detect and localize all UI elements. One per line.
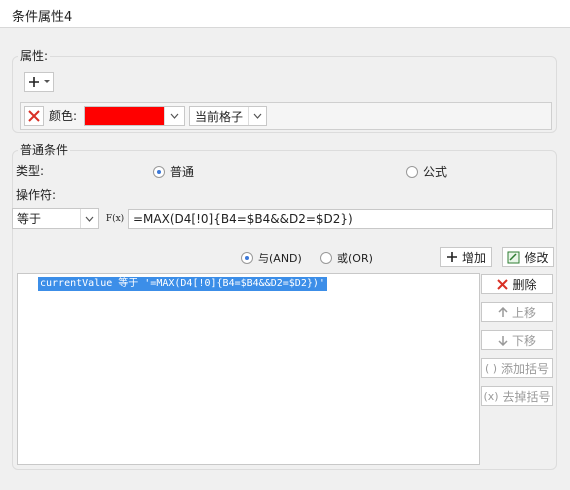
remove-bracket-button[interactable]: (x) 去掉括号 [481, 386, 553, 406]
title-bar: 条件属性4 [0, 0, 570, 28]
fx-icon: F(x) [105, 214, 125, 224]
remove-bracket-label: 去掉括号 [502, 389, 551, 404]
delete-button[interactable]: 删除 [481, 274, 553, 294]
window-title: 条件属性4 [12, 10, 73, 25]
color-label: 颜色: [49, 109, 78, 123]
plus-icon [446, 252, 457, 262]
operator-label: 操作符: [16, 188, 57, 202]
type-radio-normal[interactable]: 普通 [153, 163, 194, 180]
move-down-label: 下移 [511, 333, 536, 348]
edit-condition-label: 修改 [524, 250, 549, 265]
add-condition-label: 增加 [461, 250, 486, 265]
edit-icon [507, 251, 520, 263]
logic-radio-and-label: 与(AND) [258, 252, 302, 265]
caret-down-icon [44, 80, 50, 83]
condition-label: 普通条件 [18, 143, 71, 157]
formula-input[interactable]: =MAX(D4[!0]{B4=$B4&&D2=$D2}) [128, 209, 553, 229]
condition-list[interactable]: currentValue 等于 '=MAX(D4[!0]{B4=$B4&&D2=… [17, 273, 480, 465]
remove-bracket-icon: (x) [483, 389, 499, 403]
radio-unselected-icon [406, 165, 418, 178]
plus-icon [29, 77, 39, 87]
operator-select[interactable]: 等于 [12, 208, 99, 229]
list-item[interactable]: currentValue 等于 '=MAX(D4[!0]{B4=$B4&&D2=… [38, 277, 327, 291]
edit-condition-button[interactable]: 修改 [502, 247, 554, 267]
logic-radio-or[interactable]: 或(OR) [320, 250, 373, 266]
move-down-button[interactable]: 下移 [481, 330, 553, 350]
attributes-label: 属性: [18, 49, 51, 63]
arrow-down-icon [498, 335, 508, 346]
color-swatch [85, 107, 165, 125]
operator-select-value: 等于 [17, 212, 42, 226]
bracket-icon: ( ) [484, 361, 498, 375]
radio-selected-icon [241, 252, 253, 264]
close-icon [497, 278, 509, 290]
radio-unselected-icon [320, 252, 332, 264]
arrow-up-icon [498, 306, 508, 317]
type-label: 类型: [16, 164, 45, 178]
radio-selected-icon [153, 165, 165, 178]
scope-select[interactable]: 当前格子 [189, 106, 267, 126]
chevron-down-icon [164, 107, 184, 125]
add-bracket-button[interactable]: ( ) 添加括号 [481, 358, 553, 378]
move-up-button[interactable]: 上移 [481, 302, 553, 322]
type-radio-formula[interactable]: 公式 [406, 163, 447, 180]
chevron-down-icon [80, 209, 98, 228]
formula-editor-button[interactable]: F(x) [104, 208, 126, 230]
color-picker[interactable] [84, 106, 185, 126]
delete-label: 删除 [512, 277, 537, 292]
logic-radio-and[interactable]: 与(AND) [241, 250, 302, 266]
scope-select-value: 当前格子 [195, 109, 244, 124]
logic-radio-or-label: 或(OR) [337, 252, 373, 265]
add-bracket-label: 添加括号 [501, 361, 550, 376]
add-condition-button[interactable]: 增加 [440, 247, 492, 267]
move-up-label: 上移 [511, 305, 536, 320]
chevron-down-icon [248, 107, 266, 125]
type-radio-formula-label: 公式 [423, 165, 448, 179]
remove-attribute-button[interactable] [24, 106, 44, 126]
type-radio-normal-label: 普通 [170, 165, 195, 179]
close-icon [28, 110, 40, 122]
add-attribute-button[interactable] [24, 72, 54, 92]
